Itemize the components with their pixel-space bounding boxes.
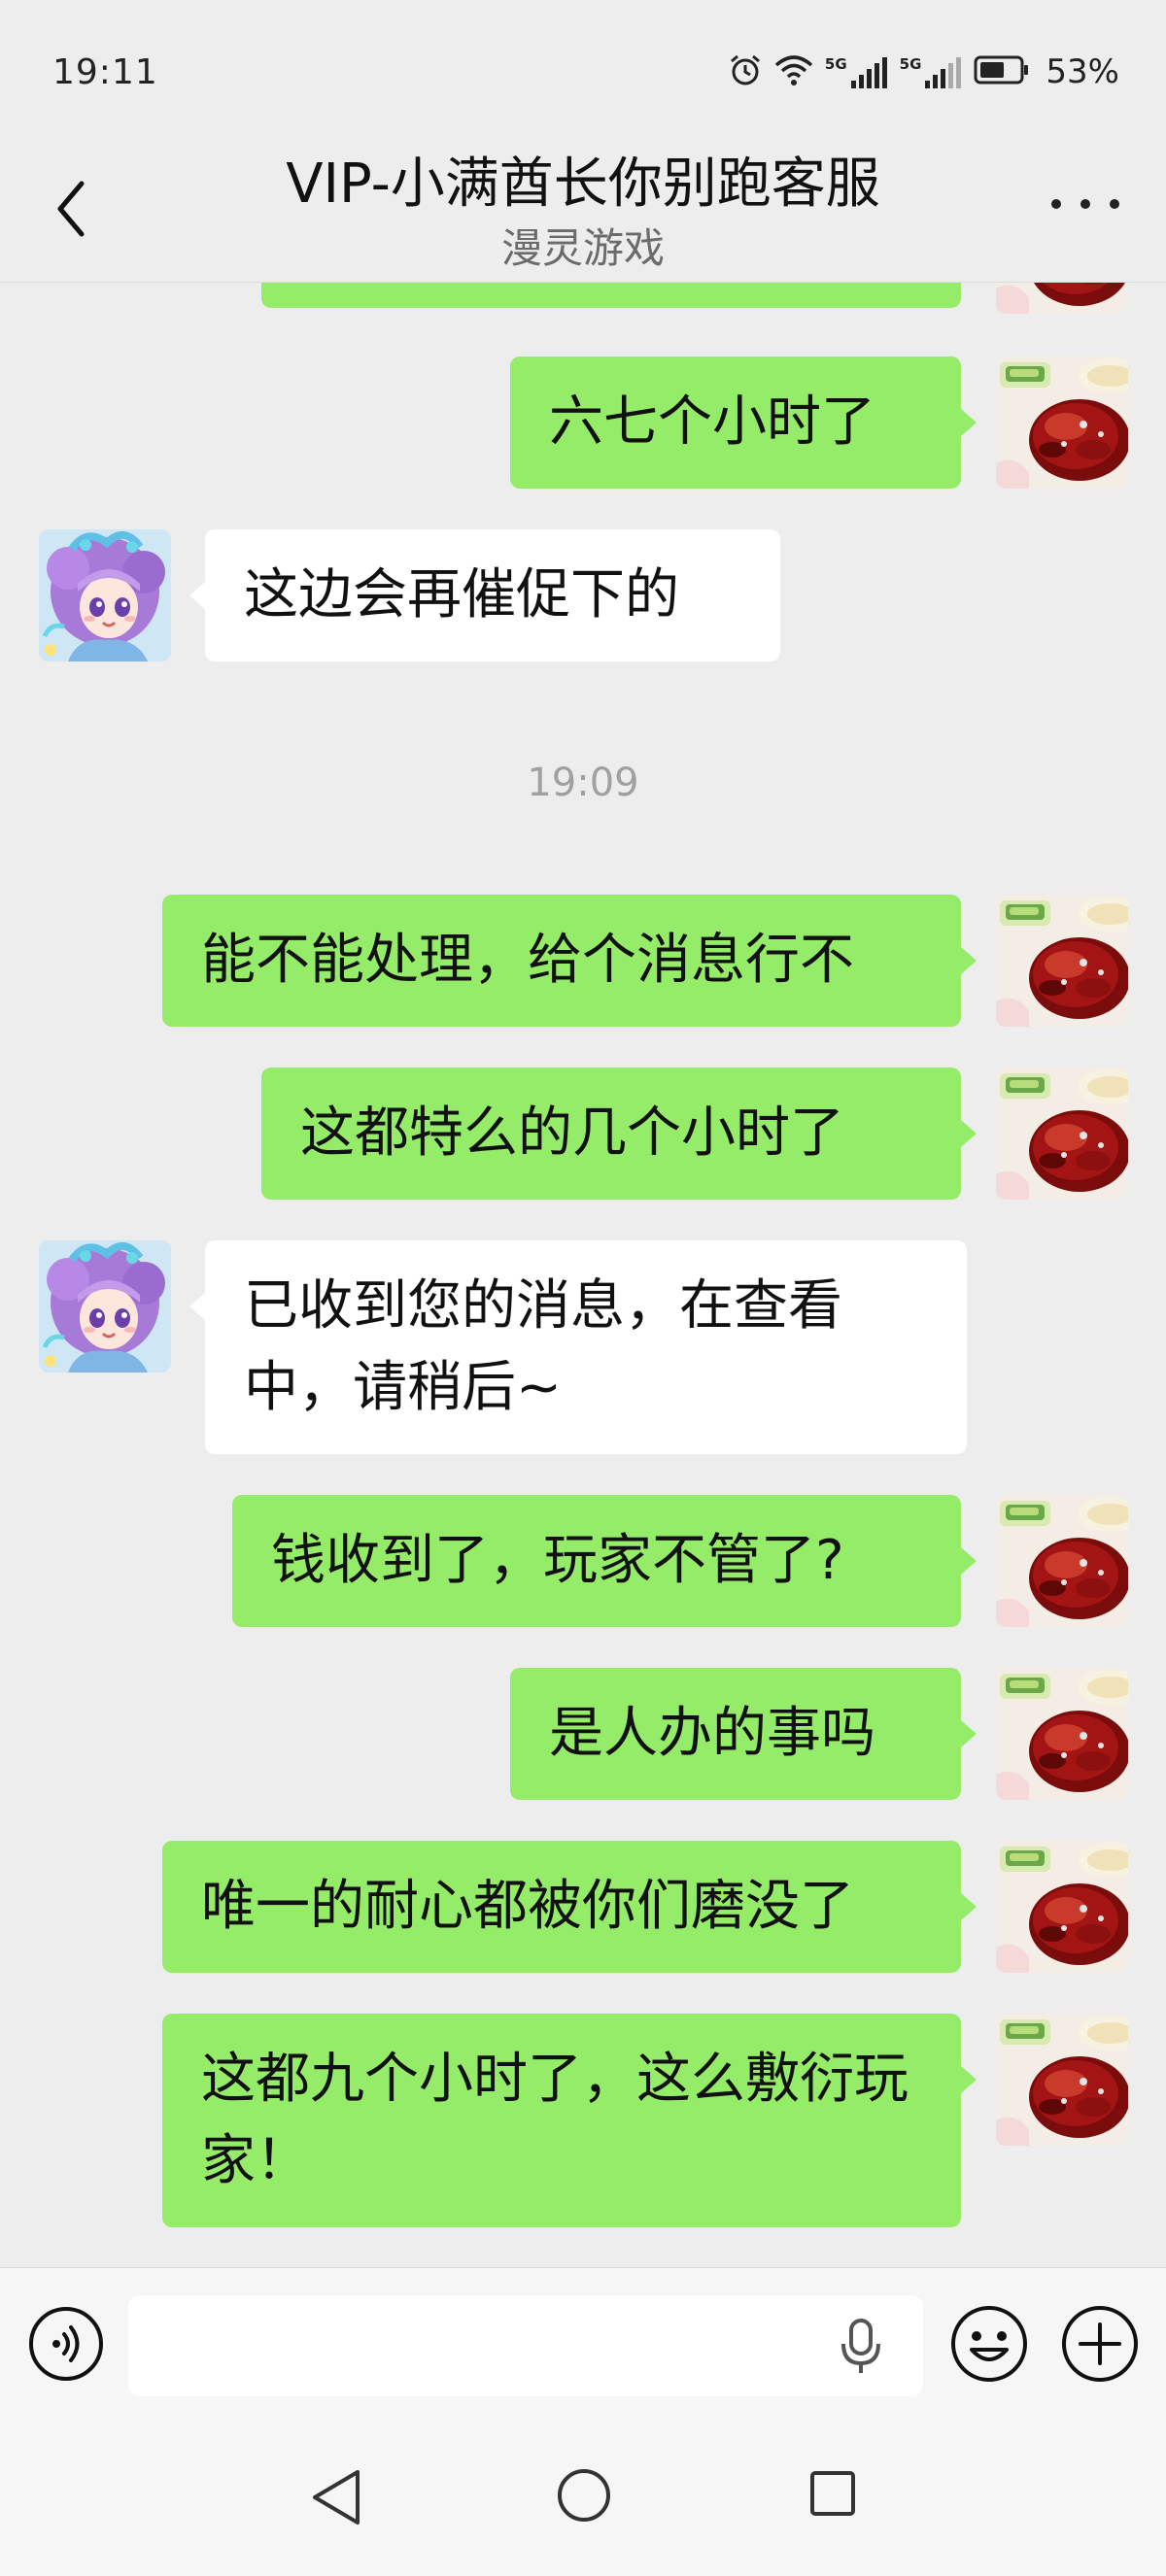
nav-recent-button[interactable]: [808, 2469, 857, 2518]
battery-icon: [974, 54, 1030, 89]
service-avatar[interactable]: [39, 1240, 171, 1373]
service-avatar[interactable]: [39, 529, 171, 661]
status-icons: 5G 5G 53%: [728, 51, 1119, 93]
message-bubble[interactable]: 能不能处理，给个消息行不: [162, 895, 961, 1027]
emoji-button[interactable]: [948, 2303, 1030, 2385]
system-nav-bar: [0, 2423, 1166, 2576]
chat-header: VIP-小满酋长你别跑客服 漫灵游戏: [0, 136, 1166, 282]
my-avatar[interactable]: [996, 1841, 1128, 1973]
my-avatar[interactable]: [996, 2014, 1128, 2146]
signal-icon: 5G: [900, 55, 963, 88]
bubble-tail: [961, 1120, 977, 1147]
chat-subtitle: 漫灵游戏: [500, 224, 665, 272]
status-time: 19:11: [52, 52, 158, 92]
message-bubble[interactable]: [261, 283, 961, 308]
bubble-tail: [961, 2066, 977, 2093]
my-avatar[interactable]: [996, 1068, 1128, 1200]
bubble-tail: [189, 1293, 205, 1320]
alarm-icon: [728, 52, 763, 91]
bubble-tail: [961, 409, 977, 436]
my-avatar[interactable]: [996, 895, 1128, 1027]
bubble-tail: [961, 1893, 977, 1920]
chat-title: VIP-小满酋长你别跑客服: [286, 153, 880, 216]
my-avatar[interactable]: [996, 1668, 1128, 1800]
nav-home-button[interactable]: [556, 2467, 612, 2524]
emoji-icon: [951, 2306, 1027, 2382]
message-bubble[interactable]: 钱收到了，玩家不管了?: [232, 1495, 961, 1627]
message-bubble[interactable]: 这都九个小时了，这么敷衍玩家！: [162, 2014, 961, 2227]
message-input[interactable]: [128, 2295, 923, 2396]
triangle-back-icon: [313, 2470, 360, 2525]
bubble-tail: [961, 947, 977, 974]
voice-icon: [29, 2307, 103, 2381]
square-recent-icon: [810, 2471, 855, 2516]
message-bubble[interactable]: 唯一的耐心都被你们磨没了: [162, 1841, 961, 1973]
message-bubble[interactable]: 这边会再催促下的: [205, 529, 780, 661]
more-dot: [1080, 199, 1090, 209]
plus-button[interactable]: [1059, 2303, 1141, 2385]
message-bubble[interactable]: 六七个小时了: [510, 356, 961, 489]
battery-percent: 53%: [1046, 52, 1119, 91]
message-bubble[interactable]: 这都特么的几个小时了: [261, 1068, 961, 1200]
signal-label: 5G: [899, 55, 922, 73]
more-dot: [1110, 199, 1119, 209]
my-avatar[interactable]: [996, 282, 1128, 314]
status-bar: 19:11 5G 5G 53%: [0, 0, 1166, 136]
bubble-tail: [961, 1547, 977, 1575]
my-avatar[interactable]: [996, 356, 1128, 489]
signal-label: 5G: [824, 55, 847, 73]
mic-icon[interactable]: [840, 2319, 882, 2375]
plus-icon: [1062, 2306, 1138, 2382]
more-dots-icon: [1051, 199, 1061, 209]
bubble-tail: [961, 1720, 977, 1747]
signal-icon: 5G: [825, 55, 888, 88]
more-button[interactable]: [1051, 185, 1119, 223]
my-avatar[interactable]: [996, 1495, 1128, 1627]
input-bar: [0, 2267, 1166, 2423]
circle-home-icon: [558, 2469, 610, 2522]
bubble-tail: [189, 582, 205, 609]
wifi-icon: [774, 53, 813, 90]
voice-button[interactable]: [27, 2305, 105, 2383]
nav-back-button[interactable]: [309, 2467, 363, 2527]
time-divider: 19:09: [527, 761, 639, 805]
message-bubble[interactable]: 是人办的事吗: [510, 1668, 961, 1800]
chat-area[interactable]: 六七个小时了 这边会再催促下的 19:09 能不能处理，给个消息行不 这都特么的…: [0, 282, 1166, 2267]
message-bubble[interactable]: 已收到您的消息，在查看中，请稍后~: [205, 1240, 967, 1454]
